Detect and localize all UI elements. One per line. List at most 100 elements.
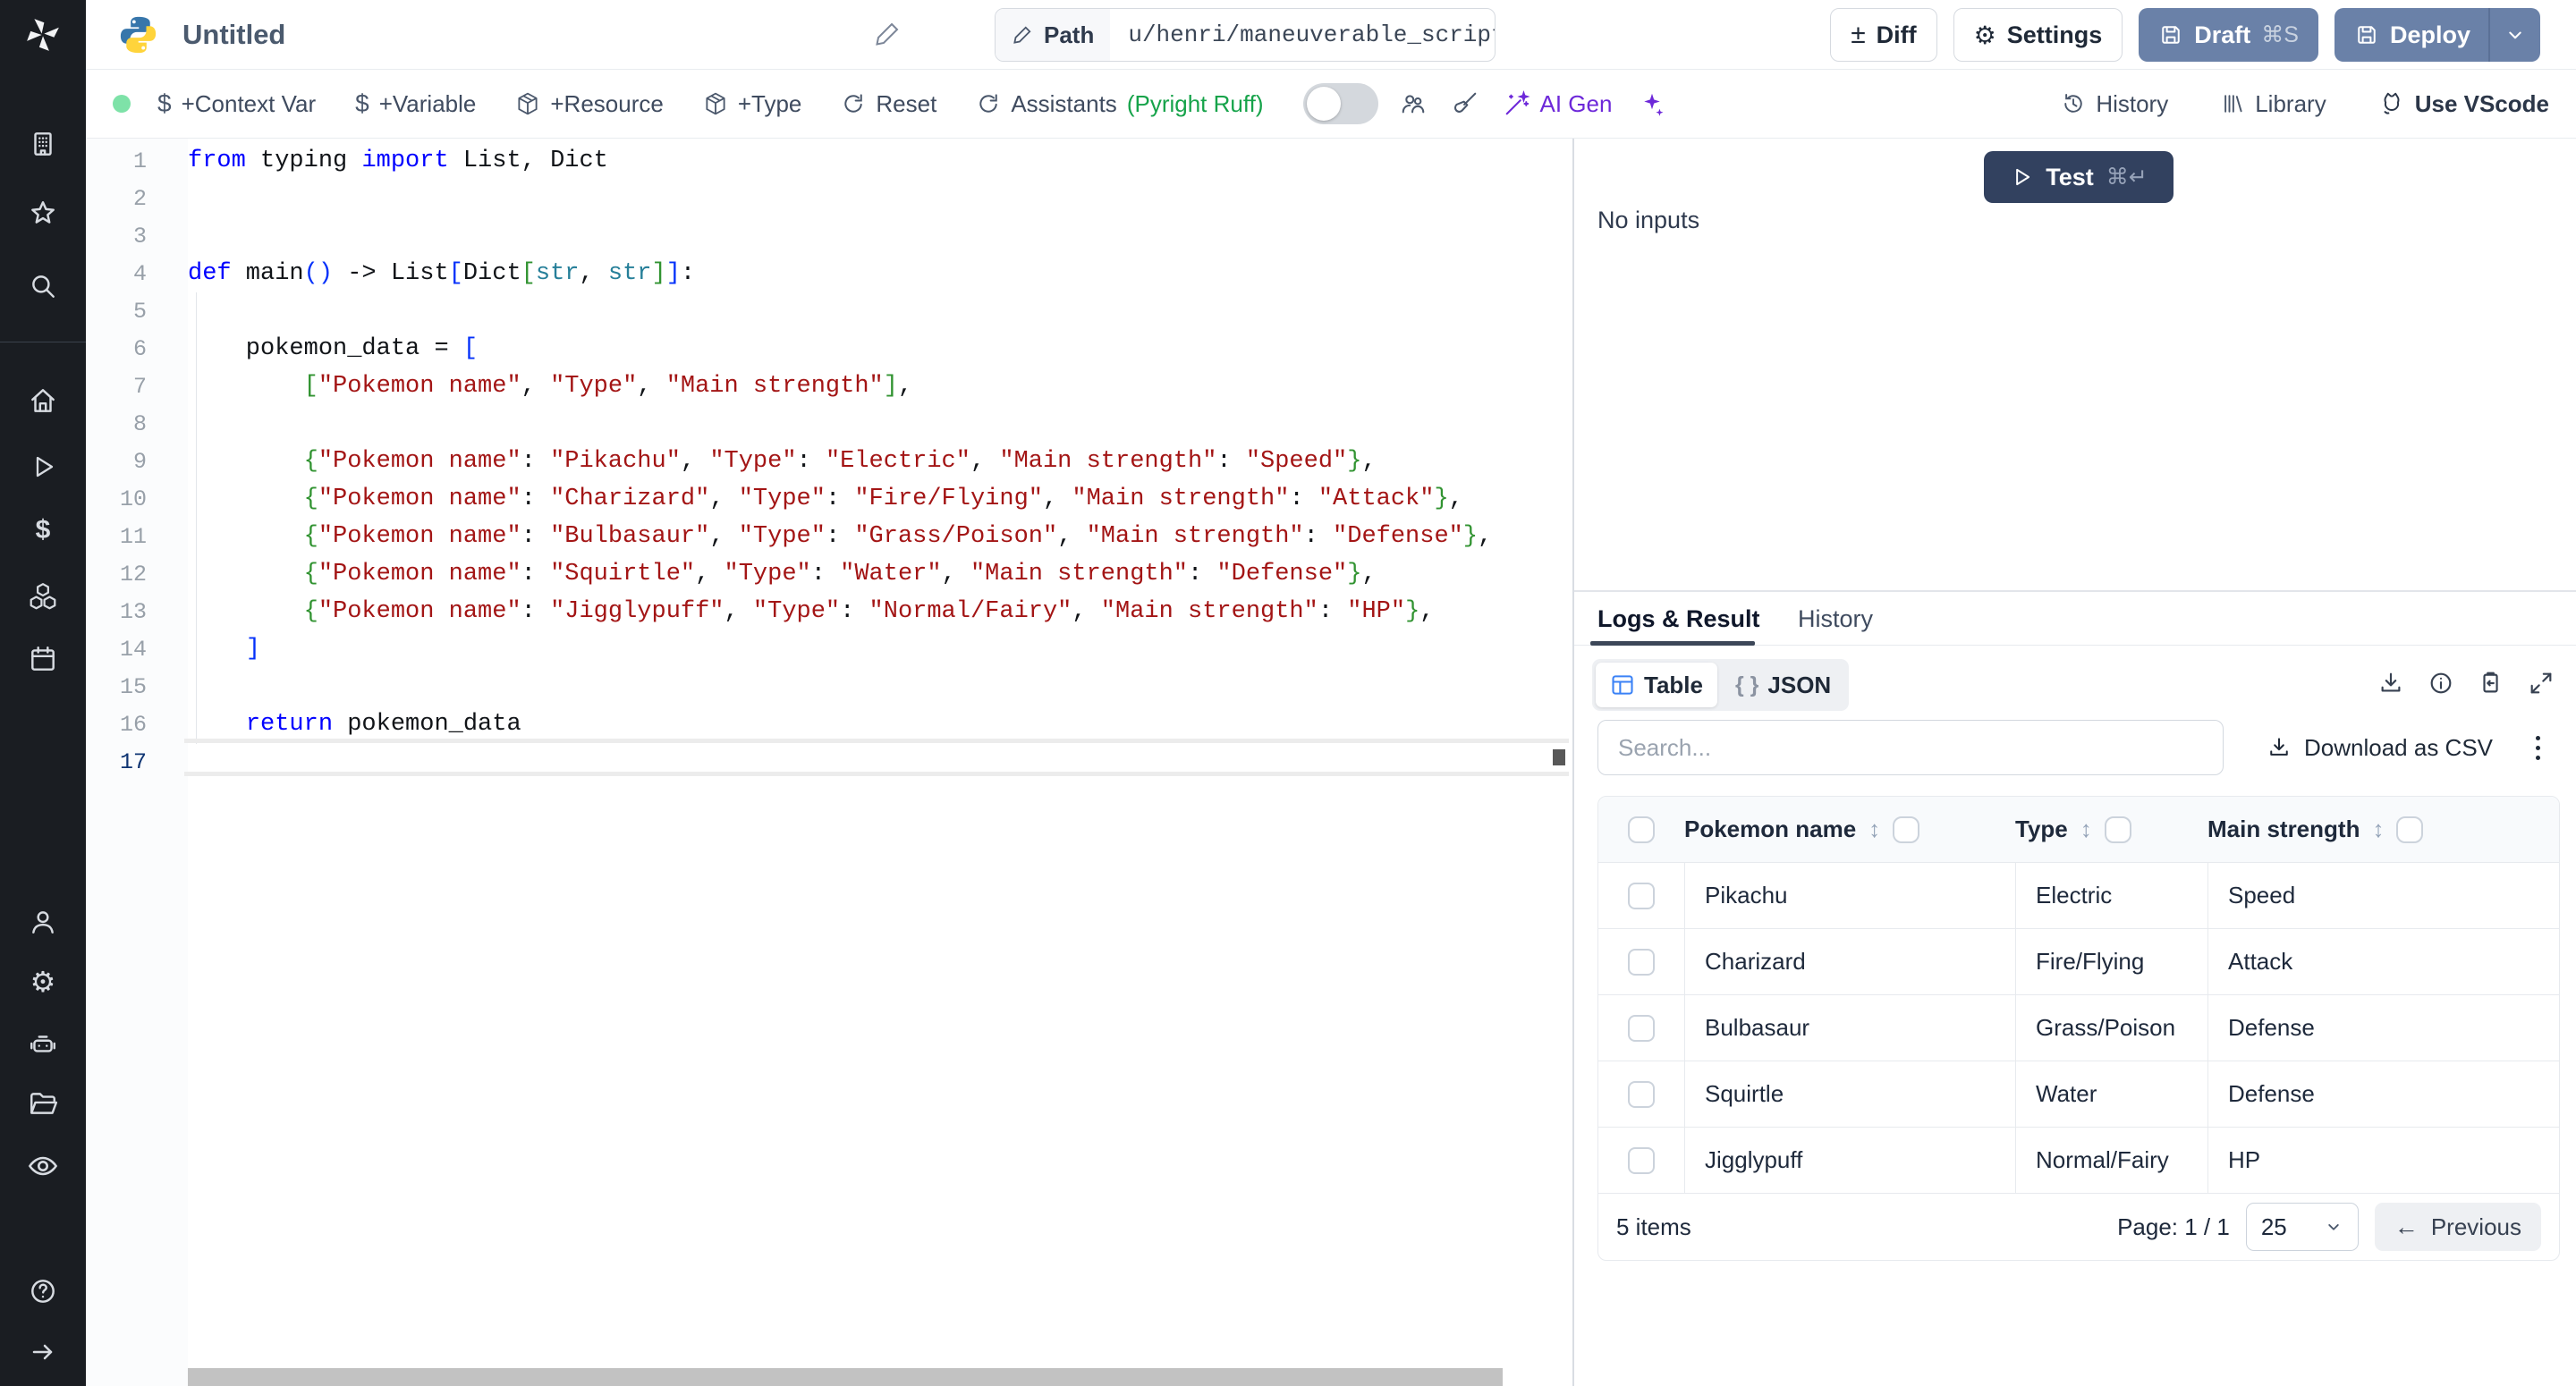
code-line[interactable]: 14 ] (86, 630, 1572, 668)
line-number: 10 (86, 486, 147, 512)
home-icon[interactable] (0, 383, 86, 418)
tab-history[interactable]: History (1798, 592, 1873, 646)
items-count: 5 items (1616, 1213, 1691, 1241)
code-line[interactable]: 3 (86, 217, 1572, 255)
add-resource-button[interactable]: +Resource (515, 90, 663, 118)
workspace-building-icon[interactable] (0, 126, 86, 162)
workers-robot-icon[interactable] (0, 1027, 86, 1062)
table-row: PikachuElectricSpeed (1598, 863, 2559, 929)
use-vscode-button[interactable]: Use VScode (2378, 90, 2549, 118)
view-table-button[interactable]: Table (1596, 663, 1717, 707)
path-value[interactable]: u/henri/maneuverable_script (1110, 21, 1496, 48)
runs-play-icon[interactable] (0, 449, 86, 485)
reset-button[interactable]: Reset (841, 90, 936, 118)
view-json-button[interactable]: { } JSON (1721, 663, 1845, 707)
download-icon[interactable] (2377, 670, 2404, 697)
add-variable-button[interactable]: $ +Variable (355, 89, 476, 118)
table-cell: Attack (2207, 929, 2559, 994)
code-line[interactable]: 2 (86, 180, 1572, 217)
page-size-select[interactable]: 25 (2246, 1203, 2359, 1251)
draft-button[interactable]: Draft ⌘S (2139, 8, 2318, 62)
code-line[interactable]: 10 {"Pokemon name": "Charizard", "Type":… (86, 480, 1572, 518)
sort-icon[interactable]: ↕ (2080, 816, 2092, 843)
deploy-dropdown-button[interactable] (2488, 8, 2540, 62)
line-number: 6 (86, 336, 147, 362)
code-line[interactable]: 5 (86, 292, 1572, 330)
search-icon[interactable] (0, 268, 86, 304)
sort-icon[interactable]: ↕ (1868, 816, 1880, 843)
people-icon[interactable] (1400, 90, 1427, 117)
row-checkbox[interactable] (1628, 1015, 1655, 1042)
expand-icon[interactable] (2528, 670, 2555, 697)
search-input[interactable] (1597, 720, 2224, 775)
multiplayer-toggle[interactable] (1303, 83, 1378, 124)
more-options-button[interactable] (2521, 731, 2555, 765)
column-header-label: Type (2015, 816, 2068, 843)
settings-gear-icon[interactable]: ⚙ (0, 964, 86, 1000)
users-person-icon[interactable] (0, 904, 86, 940)
code-line[interactable]: 16 return pokemon_data (86, 706, 1572, 743)
code-line[interactable]: 8 (86, 405, 1572, 443)
diff-button[interactable]: ± Diff (1830, 8, 1936, 62)
schedules-calendar-icon[interactable] (0, 641, 86, 677)
copy-clipboard-icon[interactable] (2478, 670, 2504, 697)
edit-title-pencil-icon[interactable] (873, 20, 902, 48)
column-toggle[interactable] (2105, 816, 2131, 843)
row-checkbox[interactable] (1628, 1081, 1655, 1108)
variables-dollar-icon[interactable]: $ (0, 512, 86, 548)
code-line[interactable]: 4def main() -> List[Dict[str, str]]: (86, 255, 1572, 292)
sparkles-icon[interactable] (1639, 90, 1665, 117)
add-context-var-button[interactable]: $ +Context Var (157, 89, 316, 118)
code-line[interactable]: 15 (86, 668, 1572, 706)
table-row: JigglypuffNormal/FairyHP (1598, 1128, 2559, 1194)
ai-gen-button[interactable]: AI Gen (1504, 90, 1613, 118)
path-field[interactable]: Path u/henri/maneuverable_script (995, 8, 1496, 62)
code-editor[interactable]: 1from typing import List, Dict234def mai… (86, 139, 1572, 1386)
tab-logs-result[interactable]: Logs & Result (1597, 592, 1760, 646)
history-button[interactable]: History (2061, 90, 2168, 118)
collapse-arrow-icon[interactable] (0, 1334, 86, 1370)
deploy-button[interactable]: Deploy (2334, 8, 2488, 62)
format-brush-icon[interactable] (1452, 90, 1479, 117)
assistants-button[interactable]: Assistants (Pyright Ruff) (976, 90, 1263, 118)
row-checkbox[interactable] (1628, 1147, 1655, 1174)
code-line[interactable]: 12 {"Pokemon name": "Squirtle", "Type": … (86, 555, 1572, 593)
table-body: PikachuElectricSpeedCharizardFire/Flying… (1598, 863, 2559, 1194)
table-cell: Bulbasaur (1684, 995, 2015, 1061)
resources-cubes-icon[interactable] (0, 579, 86, 614)
code-line[interactable]: 9 {"Pokemon name": "Pikachu", "Type": "E… (86, 443, 1572, 480)
table-cell: Speed (2207, 863, 2559, 928)
column-toggle[interactable] (2396, 816, 2423, 843)
path-pencil-icon (1012, 24, 1033, 46)
info-icon[interactable] (2428, 670, 2454, 697)
table-row: SquirtleWaterDefense (1598, 1061, 2559, 1128)
code-line[interactable]: 6 pokemon_data = [ (86, 330, 1572, 368)
github-cat-icon (2378, 90, 2405, 117)
editor-horizontal-scrollbar[interactable] (188, 1368, 1503, 1386)
library-button[interactable]: Library (2220, 90, 2326, 118)
row-checkbox[interactable] (1628, 949, 1655, 976)
test-button[interactable]: Test ⌘↵ (1984, 151, 2174, 203)
code-line[interactable]: 1from typing import List, Dict (86, 142, 1572, 180)
package-icon (515, 91, 540, 116)
column-toggle[interactable] (1893, 816, 1919, 843)
windmill-logo[interactable] (0, 0, 86, 70)
save-icon (2354, 22, 2379, 47)
code-line[interactable]: 13 {"Pokemon name": "Jigglypuff", "Type"… (86, 593, 1572, 630)
folders-icon[interactable] (0, 1086, 86, 1121)
help-icon[interactable] (0, 1273, 86, 1309)
line-number: 5 (86, 299, 147, 325)
right-panel: Test ⌘↵ No inputs Logs & Result History … (1574, 139, 2576, 1386)
favorites-star-icon[interactable] (0, 196, 86, 232)
settings-button[interactable]: ⚙ Settings (1953, 8, 2123, 62)
table-cell: Grass/Poison (2015, 995, 2207, 1061)
code-line[interactable]: 7 ["Pokemon name", "Type", "Main strengt… (86, 368, 1572, 405)
select-all-checkbox[interactable] (1628, 816, 1655, 843)
add-type-button[interactable]: +Type (703, 90, 802, 118)
previous-page-button[interactable]: ← Previous (2375, 1203, 2541, 1251)
audit-eye-icon[interactable] (0, 1148, 86, 1184)
row-checkbox[interactable] (1628, 883, 1655, 909)
code-line[interactable]: 11 {"Pokemon name": "Bulbasaur", "Type":… (86, 518, 1572, 555)
download-csv-button[interactable]: Download as CSV (2254, 720, 2505, 775)
sort-icon[interactable]: ↕ (2372, 816, 2384, 843)
